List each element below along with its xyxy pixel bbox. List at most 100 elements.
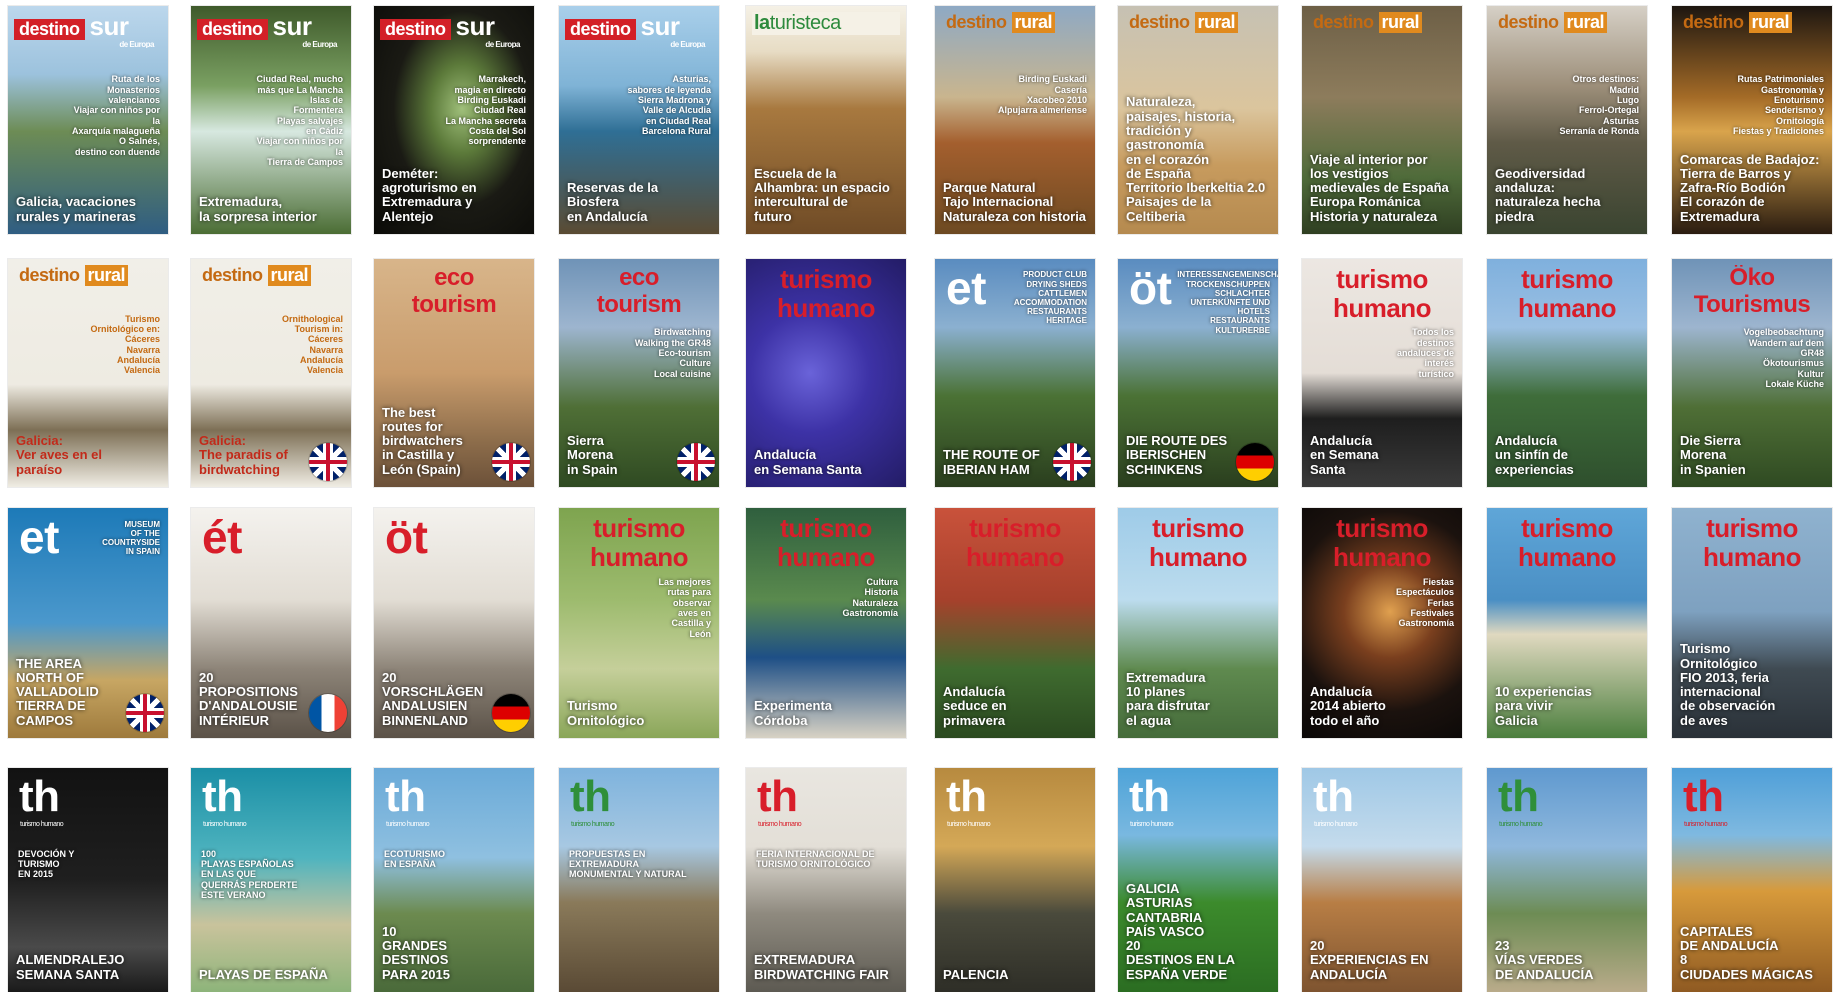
cover-headline: THE AREA NORTH OF VALLADOLID TIERRA DE C… [16, 655, 99, 728]
cover-sidebar-text: Otros destinos: Madrid Lugo Ferrol-Orteg… [1559, 74, 1639, 137]
masthead-word-1: destino [946, 12, 1007, 32]
magazine-cover[interactable]: destino rural Otros destinos: Madrid Lugo … [1487, 6, 1647, 234]
cover-headline: Geodiversidad andaluza: naturaleza hecha… [1495, 165, 1601, 224]
masthead-word-2: rural [1194, 12, 1239, 34]
cover-headline: Experimenta Córdoba [754, 698, 833, 728]
magazine-cover[interactable]: destino sur de Europa Asturias, sabores de … [559, 6, 719, 234]
cover-sidebar-text: Asturias, sabores de leyenda Sierra Madr… [627, 74, 711, 137]
cover-masthead: destino rural [1124, 12, 1272, 34]
masthead-word-1: turismo [1521, 514, 1613, 543]
cover-masthead: eco tourism [380, 265, 528, 319]
magazine-cover[interactable]: turismo humano 10 experiencias para vivir … [1487, 508, 1647, 738]
magazine-cover[interactable]: turismo humano Todos los destinos andaluce… [1302, 259, 1462, 487]
masthead-tagline: de Europa [485, 39, 520, 49]
masthead-word-1: ét [202, 514, 242, 562]
masthead-word-1: destino [1683, 12, 1744, 32]
magazine-cover[interactable]: Öko Tourismus Vogelbeobachtung Wandern auf… [1672, 259, 1832, 487]
magazine-cover[interactable]: th turismo humano DEVOCIÓN Y TURISMO EN 20… [8, 768, 168, 992]
cover-headline: Escuela de la Alhambra: un espacio inter… [754, 165, 890, 224]
magazine-cover[interactable]: eco tourism Birdwatching Walking the GR48 … [559, 259, 719, 487]
cover-masthead: th turismo humano [752, 774, 900, 830]
cover-sidebar-text: Birding Euskadi Casería Xacobeo 2010 Alp… [997, 74, 1087, 116]
magazine-cover[interactable]: th turismo humano GALICIA ASTURIAS CANTABR… [1118, 768, 1278, 992]
cover-sidebar-text: Las mejores rutas para observar aves en … [658, 577, 711, 639]
cover-masthead: destino rural [1308, 12, 1456, 34]
masthead-word-2: turismo humano [386, 820, 430, 828]
masthead-word-1: eco [434, 265, 474, 291]
masthead-word-1: turismo [1336, 265, 1428, 294]
cover-headline: Extremadura 10 planes para disfrutar el … [1126, 669, 1210, 728]
masthead-word-1: destino [202, 265, 263, 285]
magazine-cover[interactable]: ötINTERESSENGEMEINSCHAFT TROCKENSCHUPPEN… [1118, 259, 1278, 487]
cover-masthead: turismo humano [565, 514, 713, 571]
magazine-cover[interactable]: et MUSEUM OF THE COUNTRYSIDE IN SPAIN THE … [8, 508, 168, 738]
cover-headline: Parque Natural Tajo Internacional Natura… [943, 180, 1087, 224]
masthead-word-1: th [757, 774, 798, 821]
magazine-cover[interactable]: destino rural Viaje al interior por los ve… [1302, 6, 1462, 234]
masthead-word-2: turismo humano [1684, 820, 1728, 828]
cover-masthead: th turismo humano [941, 774, 1089, 830]
cover-masthead: destino sur de Europa [565, 12, 713, 48]
masthead-word-2: humano [1517, 541, 1617, 572]
magazine-cover[interactable]: th turismo humano 100 PLAYAS ESPAÑOLAS EN … [191, 768, 351, 992]
masthead-word-2: humano [1517, 292, 1617, 323]
masthead-word-1: th [19, 774, 60, 821]
masthead-tagline: de Europa [119, 39, 154, 49]
masthead-word-1: turismo [1336, 514, 1428, 543]
masthead-word-1: th [946, 774, 987, 821]
cover-masthead: turismo humano [752, 265, 900, 322]
magazine-cover[interactable]: th turismo humano PALENCIA [935, 768, 1095, 992]
magazine-cover[interactable]: th turismo humano FERIA INTERNACIONAL DE T… [746, 768, 906, 992]
magazine-cover[interactable]: destino rural Rutas Patrimoniales Gastrono… [1672, 6, 1832, 234]
magazine-cover[interactable]: th turismo humano ECOTURISMO EN ESPAÑA 10 G… [374, 768, 534, 992]
cover-masthead: th turismo humano [1308, 774, 1456, 830]
magazine-cover[interactable]: laturisteca Escuela de la Alhambra: un es… [746, 6, 906, 234]
magazine-cover[interactable]: turismo humano Andalucía un sinfín de expe… [1487, 259, 1647, 487]
cover-headline: Andalucía un sinfín de experiencias [1495, 433, 1574, 477]
masthead-word-1: turismo [593, 514, 685, 543]
magazine-cover[interactable]: destino sur de Europa Ruta de los Monasteri… [8, 6, 168, 234]
cover-headline: 23 VÍAS VERDES DE ANDALUCÍA [1495, 938, 1594, 982]
magazine-cover[interactable]: th turismo humano 20 EXPERIENCIAS EN ANDAL… [1302, 768, 1462, 992]
magazine-cover[interactable]: th turismo humano 23 VÍAS VERDES DE ANDALU… [1487, 768, 1647, 992]
magazine-cover[interactable]: ét 20 PROPOSITIONS D'ANDALOUSIE INTÉRIEUR [191, 508, 351, 738]
magazine-cover[interactable]: et PRODUCT CLUB DRYING SHEDS CATTLEMEN AC… [935, 259, 1095, 487]
magazine-cover[interactable]: th turismo humano PROPUESTAS EN EXTREMADUR… [559, 768, 719, 992]
masthead-word-2: turismo humano [571, 820, 615, 828]
masthead-word-2: rural [1011, 12, 1056, 34]
masthead-word-1: Öko [1729, 265, 1775, 291]
cover-masthead: turismo humano [1308, 265, 1456, 322]
magazine-cover[interactable]: destino rural Birding Euskadi Casería Xaco… [935, 6, 1095, 234]
magazine-cover[interactable]: turismo humano Andalucía en Semana Santa [746, 259, 906, 487]
cover-sidebar-text: Rutas Patrimoniales Gastronomía y Enotur… [1732, 74, 1824, 137]
magazine-cover[interactable]: turismo humano Andalucía seduce en primave… [935, 508, 1095, 738]
masthead-word-1: turismo [780, 265, 872, 294]
magazine-cover[interactable]: destino rural Ornithological Tourism in: C… [191, 259, 351, 487]
masthead-word-1: turismo [780, 514, 872, 543]
cover-headline: Deméter: agroturismo en Extremadura y Al… [382, 165, 477, 224]
cover-headline: Comarcas de Badajoz: Tierra de Barros y … [1680, 151, 1820, 224]
magazine-cover[interactable]: eco tourism The best routes for birdwatche… [374, 259, 534, 487]
magazine-cover[interactable]: turismo humano Las mejores rutas para obse… [559, 508, 719, 738]
cover-masthead: destino rural [197, 265, 345, 287]
masthead-word-1: turismo [1521, 265, 1613, 294]
cover-masthead: turismo humano [1493, 514, 1641, 571]
magazine-cover[interactable]: turismo humano Fiestas Espectáculos Ferias… [1302, 508, 1462, 738]
cover-masthead: th turismo humano [1493, 774, 1641, 830]
masthead-word-2: humano [965, 541, 1065, 572]
cover-sidebar-text: ECOTURISMO EN ESPAÑA [384, 848, 446, 869]
france-flag-icon [309, 694, 347, 732]
magazine-cover[interactable]: destino sur de Europa Marrakech, magia en d… [374, 6, 534, 234]
magazine-cover[interactable]: turismo humano Cultura Historia Naturaleza… [746, 508, 906, 738]
cover-sidebar-text: PROPUESTAS EN EXTREMADURA MONUMENTAL Y N… [569, 848, 687, 880]
magazine-cover[interactable]: th turismo humano CAPITALES DE ANDALUCÍA 8… [1672, 768, 1832, 992]
magazine-cover[interactable]: turismo humano Turismo Ornitológico FIO 20… [1672, 508, 1832, 738]
magazine-cover[interactable]: destino rural Naturaleza, paisajes, histor… [1118, 6, 1278, 234]
magazine-cover[interactable]: turismo humano Extremadura 10 planes para … [1118, 508, 1278, 738]
magazine-cover[interactable]: öt 20 VORSCHLÄGEN ANDALUSIEN BINNENLAND [374, 508, 534, 738]
cover-masthead: destino rural [1493, 12, 1641, 34]
magazine-cover[interactable]: destino sur de Europa Ciudad Real, mucho má… [191, 6, 351, 234]
masthead-word-2: humano [589, 541, 689, 572]
cover-masthead: ét [197, 514, 345, 562]
magazine-cover[interactable]: destino rural Turismo Ornitológico en: Các… [8, 259, 168, 487]
